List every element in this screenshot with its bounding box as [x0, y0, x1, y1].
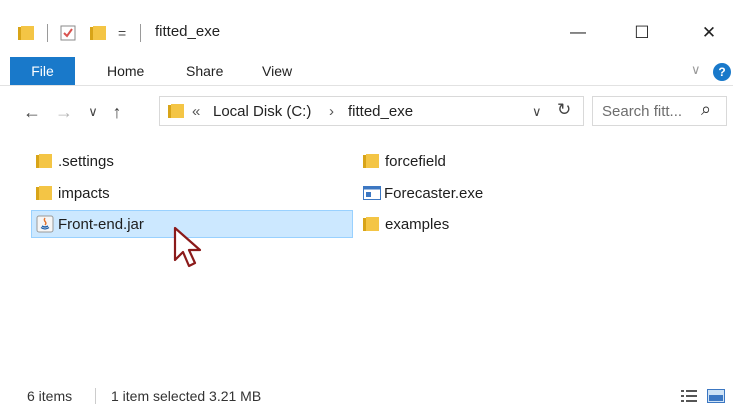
status-item-count: 6 items	[27, 388, 73, 404]
details-view-icon[interactable]	[680, 389, 698, 403]
large-icons-view-icon[interactable]	[707, 389, 725, 403]
folder-icon	[36, 186, 52, 200]
overflow-icon[interactable]: «	[192, 103, 200, 120]
folder-icon	[363, 154, 379, 168]
search-input[interactable]: Search fitt... ⌕	[592, 96, 727, 126]
divider	[140, 24, 141, 42]
address-bar[interactable]: « Local Disk (C:) › fitted_exe ∨ ↻	[159, 96, 584, 126]
item-label: forcefield	[385, 152, 446, 170]
window-title: fitted_exe	[155, 23, 221, 40]
breadcrumb-separator-icon[interactable]: ›	[329, 103, 334, 120]
close-button[interactable]: ✕	[686, 18, 732, 48]
search-placeholder: Search fitt...	[602, 103, 683, 120]
list-item[interactable]: impacts	[36, 179, 110, 207]
list-item[interactable]: .settings	[36, 147, 114, 175]
back-button[interactable]: ←	[20, 98, 44, 126]
customize-quick-access-dropdown[interactable]: =	[118, 23, 126, 43]
new-folder-icon[interactable]	[90, 23, 112, 43]
tab-home[interactable]: Home	[107, 57, 144, 85]
item-label: Forecaster.exe	[384, 184, 484, 202]
breadcrumb-local-disk[interactable]: Local Disk (C:)	[213, 103, 311, 120]
folder-icon	[168, 104, 190, 118]
ribbon-tabs: File Home Share View	[0, 57, 733, 85]
search-icon[interactable]: ⌕	[701, 99, 711, 120]
breadcrumb-fitted-exe[interactable]: fitted_exe	[348, 103, 413, 120]
divider	[0, 85, 733, 86]
tab-share[interactable]: Share	[186, 57, 223, 85]
item-label: examples	[385, 215, 450, 233]
tab-file[interactable]: File	[10, 57, 75, 85]
minimize-button[interactable]: —	[555, 18, 601, 48]
java-jar-icon	[36, 215, 54, 233]
item-label: impacts	[58, 184, 110, 202]
up-button[interactable]: ↑	[105, 98, 129, 126]
refresh-button[interactable]: ↻	[557, 100, 571, 120]
list-item[interactable]: forcefield	[363, 147, 446, 175]
title-bar: = fitted_exe — ☐ ✕	[0, 0, 733, 54]
item-label: .settings	[58, 152, 114, 170]
divider	[47, 24, 48, 42]
address-dropdown-button[interactable]: ∨	[532, 104, 542, 120]
folder-icon	[18, 23, 40, 43]
status-selection: 1 item selected 3.21 MB	[111, 388, 262, 404]
item-label: Front-end.jar	[58, 215, 144, 233]
expand-ribbon-chevron-icon[interactable]: ∨	[691, 62, 701, 78]
help-icon[interactable]: ?	[713, 63, 731, 81]
list-item[interactable]: Forecaster.exe	[363, 179, 483, 207]
recent-locations-dropdown[interactable]: ∨	[82, 98, 104, 126]
folder-icon	[363, 217, 379, 231]
folder-icon	[36, 154, 52, 168]
list-item[interactable]: examples	[363, 210, 449, 238]
exe-window-icon	[363, 186, 381, 200]
maximize-button[interactable]: ☐	[619, 18, 665, 48]
mouse-cursor-icon	[173, 226, 202, 268]
properties-check-icon[interactable]	[60, 23, 76, 43]
divider	[95, 388, 96, 404]
forward-button[interactable]: →	[52, 98, 76, 126]
tab-view[interactable]: View	[262, 57, 292, 85]
